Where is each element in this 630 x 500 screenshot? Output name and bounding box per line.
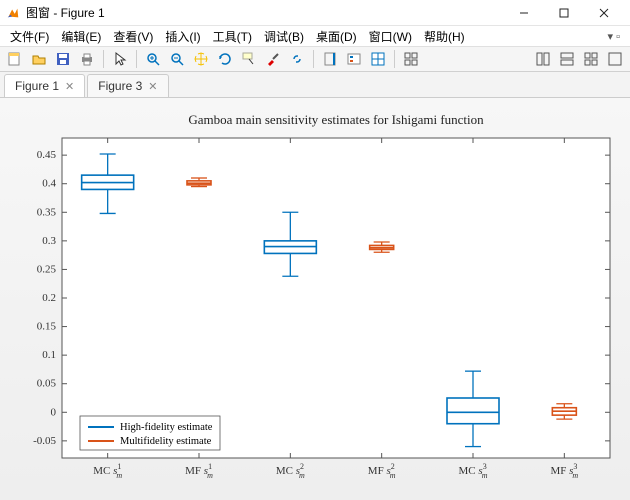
svg-text:Multifidelity estimate: Multifidelity estimate [120, 436, 212, 447]
save-button[interactable] [52, 48, 74, 70]
menu-insert[interactable]: 插入(I) [159, 26, 206, 47]
svg-text:-0.05: -0.05 [33, 435, 56, 447]
menu-help[interactable]: 帮助(H) [418, 26, 471, 47]
toolbar [0, 46, 630, 72]
toolbar-separator [313, 50, 314, 68]
minimize-button[interactable] [504, 2, 544, 24]
tab-label: Figure 3 [98, 79, 142, 93]
menu-view[interactable]: 查看(V) [107, 26, 159, 47]
rotate-button[interactable] [214, 48, 236, 70]
link-button[interactable] [286, 48, 308, 70]
new-figure-button[interactable] [4, 48, 26, 70]
svg-text:MF s1m: MF s1m [185, 462, 213, 480]
toolbar-separator [136, 50, 137, 68]
svg-text:0.15: 0.15 [37, 321, 57, 333]
svg-text:0.2: 0.2 [42, 292, 56, 304]
tile-1-button[interactable] [532, 48, 554, 70]
colorbar-button[interactable] [319, 48, 341, 70]
tab-figure-1[interactable]: Figure 1 ✕ [4, 74, 85, 97]
pan-button[interactable] [190, 48, 212, 70]
svg-text:0.25: 0.25 [37, 263, 57, 275]
menu-file[interactable]: 文件(F) [4, 26, 55, 47]
toolbar-separator [103, 50, 104, 68]
menu-bar: 文件(F) 编辑(E) 查看(V) 插入(I) 工具(T) 调试(B) 桌面(D… [0, 26, 630, 46]
figure-canvas[interactable]: Gamboa main sensitivity estimates for Is… [0, 98, 630, 500]
svg-text:0.45: 0.45 [37, 149, 57, 161]
zoom-in-button[interactable] [142, 48, 164, 70]
toolbar-separator [394, 50, 395, 68]
svg-text:Gamboa main sensitivity estima: Gamboa main sensitivity estimates for Is… [188, 112, 484, 127]
menu-window[interactable]: 窗口(W) [363, 26, 418, 47]
legend-button[interactable] [343, 48, 365, 70]
maximize-button[interactable] [544, 2, 584, 24]
svg-text:MF s3m: MF s3m [550, 462, 578, 480]
close-icon[interactable]: ✕ [65, 80, 74, 93]
pointer-button[interactable] [109, 48, 131, 70]
svg-text:MC s3m: MC s3m [459, 462, 488, 480]
svg-text:0.35: 0.35 [37, 206, 57, 218]
tile-2-button[interactable] [556, 48, 578, 70]
axes-button[interactable] [367, 48, 389, 70]
datatip-button[interactable] [238, 48, 260, 70]
axes[interactable]: Gamboa main sensitivity estimates for Is… [0, 98, 630, 500]
matlab-icon [6, 6, 20, 20]
svg-text:0: 0 [51, 406, 57, 418]
toolbar-overflow-icon[interactable]: ▾ ▫ [608, 30, 626, 43]
tab-figure-3[interactable]: Figure 3 ✕ [87, 74, 168, 97]
tile-3-button[interactable] [580, 48, 602, 70]
svg-text:0.1: 0.1 [42, 349, 56, 361]
svg-text:MC s2m: MC s2m [276, 462, 305, 480]
menu-debug[interactable]: 调试(B) [258, 26, 310, 47]
svg-text:MF s2m: MF s2m [368, 462, 396, 480]
zoom-out-button[interactable] [166, 48, 188, 70]
svg-text:MC s1m: MC s1m [93, 462, 122, 480]
print-button[interactable] [76, 48, 98, 70]
tab-label: Figure 1 [15, 79, 59, 93]
title-bar: 图窗 - Figure 1 [0, 0, 630, 26]
svg-text:0.05: 0.05 [37, 378, 57, 390]
figure-tab-bar: Figure 1 ✕ Figure 3 ✕ [0, 72, 630, 98]
close-button[interactable] [584, 2, 624, 24]
tile-4-button[interactable] [604, 48, 626, 70]
menu-edit[interactable]: 编辑(E) [55, 26, 107, 47]
svg-text:High-fidelity estimate: High-fidelity estimate [120, 422, 213, 433]
close-icon[interactable]: ✕ [148, 80, 157, 93]
svg-text:0.3: 0.3 [42, 235, 56, 247]
brush-button[interactable] [262, 48, 284, 70]
open-button[interactable] [28, 48, 50, 70]
menu-desktop[interactable]: 桌面(D) [310, 26, 363, 47]
window-title: 图窗 - Figure 1 [26, 4, 504, 21]
menu-tools[interactable]: 工具(T) [207, 26, 258, 47]
svg-text:0.4: 0.4 [42, 178, 56, 190]
layout-grid-button[interactable] [400, 48, 422, 70]
